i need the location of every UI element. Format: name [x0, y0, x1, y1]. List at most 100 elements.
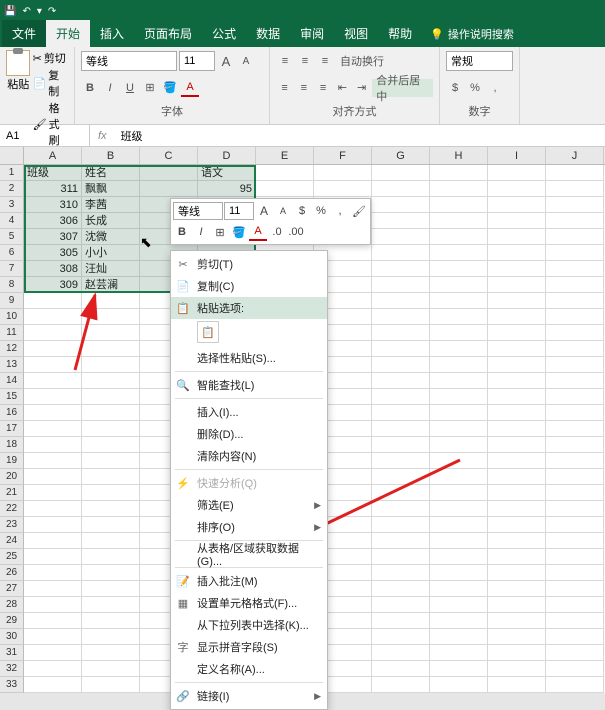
row-header[interactable]: 15 [0, 389, 24, 405]
cell[interactable] [24, 581, 82, 597]
cell[interactable]: 班级 [24, 165, 82, 181]
cell[interactable] [488, 485, 546, 501]
row-header[interactable]: 28 [0, 597, 24, 613]
row-header[interactable]: 12 [0, 341, 24, 357]
cell[interactable] [488, 341, 546, 357]
cell[interactable] [546, 581, 604, 597]
col-header[interactable]: E [256, 147, 314, 164]
ctx-cut[interactable]: ✂剪切(T) [171, 253, 327, 275]
row-header[interactable]: 14 [0, 373, 24, 389]
fill-color-button[interactable]: 🪣 [161, 79, 179, 97]
cell[interactable] [430, 389, 488, 405]
cell[interactable] [430, 613, 488, 629]
qat-dropdown-icon[interactable]: ▾ [37, 6, 42, 17]
cell[interactable] [488, 325, 546, 341]
cell[interactable]: 汪灿 [82, 261, 140, 277]
cell[interactable] [24, 373, 82, 389]
cell[interactable] [488, 293, 546, 309]
cell[interactable] [488, 357, 546, 373]
col-header[interactable]: H [430, 147, 488, 164]
cell[interactable]: 沈微 [82, 229, 140, 245]
cell[interactable] [24, 325, 82, 341]
row-header[interactable]: 16 [0, 405, 24, 421]
comma-button[interactable]: , [486, 79, 504, 97]
cell[interactable] [546, 469, 604, 485]
cell[interactable] [82, 373, 140, 389]
cell[interactable]: 309 [24, 277, 82, 293]
cell[interactable] [82, 485, 140, 501]
cell[interactable] [488, 309, 546, 325]
tab-view[interactable]: 视图 [334, 20, 378, 47]
formula-value[interactable]: 班级 [115, 128, 149, 144]
cell[interactable] [430, 597, 488, 613]
ctx-link[interactable]: 🔗链接(I)▶ [171, 685, 327, 707]
cell[interactable] [430, 437, 488, 453]
cell[interactable] [256, 181, 314, 197]
cell[interactable]: 307 [24, 229, 82, 245]
cell[interactable] [546, 661, 604, 677]
cell[interactable] [488, 405, 546, 421]
cell[interactable] [82, 661, 140, 677]
cell[interactable] [488, 501, 546, 517]
cell[interactable] [24, 501, 82, 517]
cell[interactable] [488, 533, 546, 549]
cell[interactable] [372, 357, 430, 373]
mini-comma[interactable]: , [331, 202, 349, 220]
row-header[interactable]: 19 [0, 453, 24, 469]
row-header[interactable]: 11 [0, 325, 24, 341]
cell[interactable] [430, 213, 488, 229]
cell[interactable] [430, 245, 488, 261]
cell[interactable] [256, 165, 314, 181]
cell[interactable] [24, 357, 82, 373]
row-header[interactable]: 24 [0, 533, 24, 549]
cell[interactable] [24, 645, 82, 661]
cell[interactable] [82, 565, 140, 581]
cell[interactable] [546, 165, 604, 181]
cell[interactable] [546, 485, 604, 501]
mini-fill[interactable]: 🪣 [230, 223, 248, 241]
align-top-button[interactable]: ≡ [276, 52, 294, 70]
tab-help[interactable]: 帮助 [378, 20, 422, 47]
cell[interactable] [488, 661, 546, 677]
ctx-define-name[interactable]: 定义名称(A)... [171, 658, 327, 680]
copy-button[interactable]: 📄复制 [33, 67, 68, 99]
ctx-insert-comment[interactable]: 📝插入批注(M) [171, 570, 327, 592]
col-header[interactable]: C [140, 147, 198, 164]
cell[interactable] [82, 405, 140, 421]
cell[interactable] [372, 341, 430, 357]
decrease-font-button[interactable]: A [237, 52, 255, 70]
cell[interactable] [430, 261, 488, 277]
cell[interactable] [24, 613, 82, 629]
cell[interactable] [430, 645, 488, 661]
cell[interactable] [82, 645, 140, 661]
cell[interactable] [82, 469, 140, 485]
cell[interactable]: 飘飘 [82, 181, 140, 197]
cell[interactable] [82, 309, 140, 325]
cell[interactable] [430, 181, 488, 197]
cell[interactable] [546, 197, 604, 213]
row-header[interactable]: 3 [0, 197, 24, 213]
cell[interactable] [24, 549, 82, 565]
row-header[interactable]: 8 [0, 277, 24, 293]
ctx-show-pinyin[interactable]: 字显示拼音字段(S) [171, 636, 327, 658]
cell[interactable]: 小小 [82, 245, 140, 261]
align-bottom-button[interactable]: ≡ [316, 52, 334, 70]
cell[interactable] [24, 293, 82, 309]
cell[interactable] [24, 629, 82, 645]
col-header[interactable]: G [372, 147, 430, 164]
cell[interactable] [546, 373, 604, 389]
cell[interactable] [372, 677, 430, 693]
tab-home[interactable]: 开始 [46, 20, 90, 47]
cell[interactable] [546, 453, 604, 469]
mini-size-combo[interactable]: 11 [224, 202, 254, 220]
cell[interactable] [546, 677, 604, 693]
cell[interactable] [82, 613, 140, 629]
cell[interactable]: 306 [24, 213, 82, 229]
cell[interactable] [82, 453, 140, 469]
cell[interactable] [82, 389, 140, 405]
cell[interactable]: 赵芸澜 [82, 277, 140, 293]
cell[interactable] [546, 421, 604, 437]
cell[interactable] [140, 181, 198, 197]
ctx-pick-from-dropdown[interactable]: 从下拉列表中选择(K)... [171, 614, 327, 636]
cell[interactable]: 长成 [82, 213, 140, 229]
